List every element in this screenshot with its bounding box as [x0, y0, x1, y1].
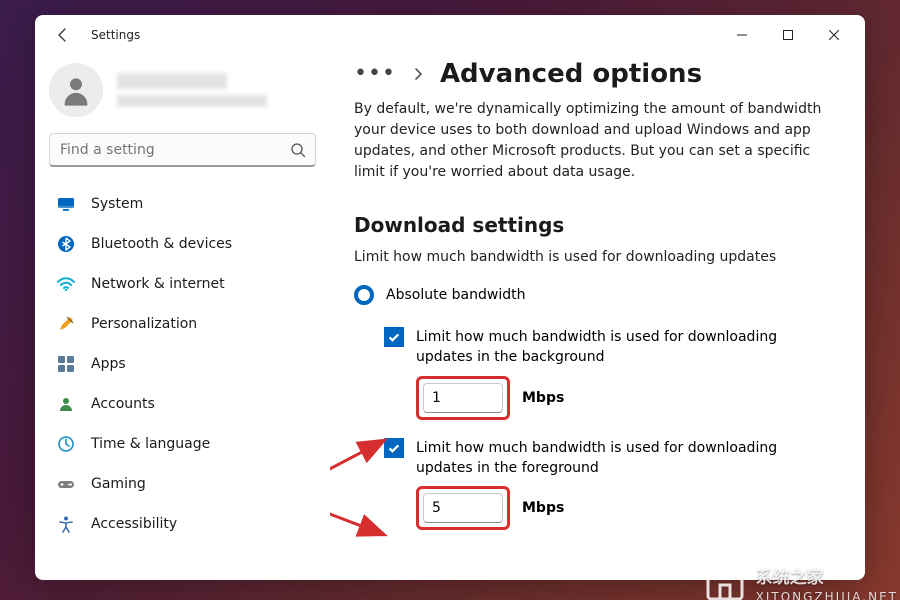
checkbox-label: Limit how much bandwidth is used for dow…	[416, 438, 836, 479]
sidebar-item-bluetooth[interactable]: Bluetooth & devices	[47, 225, 318, 263]
checkbox-row-foreground-limit: Limit how much bandwidth is used for dow…	[384, 438, 845, 479]
radio-absolute-bandwidth[interactable]	[354, 285, 374, 305]
person-icon	[57, 395, 75, 413]
watermark-logo-icon	[702, 558, 748, 600]
watermark-brand: 系统之家	[756, 563, 898, 588]
sidebar-item-label: Network & internet	[91, 276, 225, 292]
watermark: 系统之家 XITONGZHIJIA.NET	[702, 558, 898, 600]
sidebar-item-personalization[interactable]: Personalization	[47, 305, 318, 343]
sidebar-item-time-language[interactable]: Time & language	[47, 425, 318, 463]
chevron-right-icon	[412, 65, 424, 84]
apps-icon	[57, 355, 75, 373]
body-area: System Bluetooth & devices Network & int…	[35, 55, 865, 580]
sidebar: System Bluetooth & devices Network & int…	[35, 55, 330, 580]
checkbox-foreground-limit[interactable]	[384, 438, 404, 458]
section-heading-download: Download settings	[354, 213, 845, 237]
background-bandwidth-input[interactable]	[423, 383, 503, 413]
settings-window: Settings	[35, 15, 865, 580]
gamepad-icon	[57, 475, 75, 493]
annotation-arrows	[330, 415, 420, 555]
sidebar-item-label: Apps	[91, 356, 126, 372]
sidebar-item-accessibility[interactable]: Accessibility	[47, 505, 318, 543]
window-controls	[719, 19, 857, 51]
sidebar-item-label: System	[91, 196, 143, 212]
content-area: ••• Advanced options By default, we're d…	[330, 55, 865, 580]
sidebar-item-network[interactable]: Network & internet	[47, 265, 318, 303]
sidebar-item-label: Personalization	[91, 316, 197, 332]
app-title: Settings	[91, 28, 140, 42]
paintbrush-icon	[57, 315, 75, 333]
search-input[interactable]	[49, 133, 316, 167]
minimize-button[interactable]	[719, 19, 765, 51]
sidebar-item-label: Accounts	[91, 396, 155, 412]
sidebar-item-apps[interactable]: Apps	[47, 345, 318, 383]
annotation-highlight-fg-input	[416, 486, 510, 530]
wifi-icon	[57, 275, 75, 293]
breadcrumb-ellipsis[interactable]: •••	[354, 63, 396, 85]
avatar	[49, 63, 103, 117]
unit-label: Mbps	[522, 390, 564, 406]
sidebar-item-gaming[interactable]: Gaming	[47, 465, 318, 503]
section-subdesc: Limit how much bandwidth is used for dow…	[354, 249, 845, 265]
close-button[interactable]	[811, 19, 857, 51]
search-icon	[290, 142, 306, 158]
back-button[interactable]	[49, 21, 77, 49]
monitor-icon	[57, 195, 75, 213]
accessibility-icon	[57, 515, 75, 533]
checkbox-row-background-limit: Limit how much bandwidth is used for dow…	[384, 327, 845, 368]
profile-block[interactable]	[49, 63, 318, 117]
page-title: Advanced options	[440, 59, 702, 89]
input-row-background: Mbps	[416, 376, 845, 420]
input-row-foreground: Mbps	[416, 486, 845, 530]
maximize-button[interactable]	[765, 19, 811, 51]
sidebar-nav: System Bluetooth & devices Network & int…	[47, 185, 318, 543]
profile-text-blurred	[117, 73, 267, 107]
breadcrumb: ••• Advanced options	[354, 59, 845, 89]
checkbox-label: Limit how much bandwidth is used for dow…	[416, 327, 836, 368]
annotation-highlight-bg-input	[416, 376, 510, 420]
sidebar-item-label: Time & language	[91, 436, 210, 452]
foreground-bandwidth-input[interactable]	[423, 493, 503, 523]
watermark-url: XITONGZHIJIA.NET	[756, 590, 898, 600]
search-box	[49, 133, 316, 167]
sidebar-item-label: Gaming	[91, 476, 146, 492]
sidebar-item-label: Accessibility	[91, 516, 177, 532]
sidebar-item-accounts[interactable]: Accounts	[47, 385, 318, 423]
titlebar: Settings	[35, 15, 865, 55]
checkbox-background-limit[interactable]	[384, 327, 404, 347]
page-description: By default, we're dynamically optimizing…	[354, 99, 834, 183]
sidebar-item-system[interactable]: System	[47, 185, 318, 223]
unit-label: Mbps	[522, 500, 564, 516]
clock-globe-icon	[57, 435, 75, 453]
radio-absolute-bandwidth-row: Absolute bandwidth	[354, 285, 845, 305]
radio-label: Absolute bandwidth	[386, 287, 525, 303]
sidebar-item-label: Bluetooth & devices	[91, 236, 232, 252]
bluetooth-icon	[57, 235, 75, 253]
